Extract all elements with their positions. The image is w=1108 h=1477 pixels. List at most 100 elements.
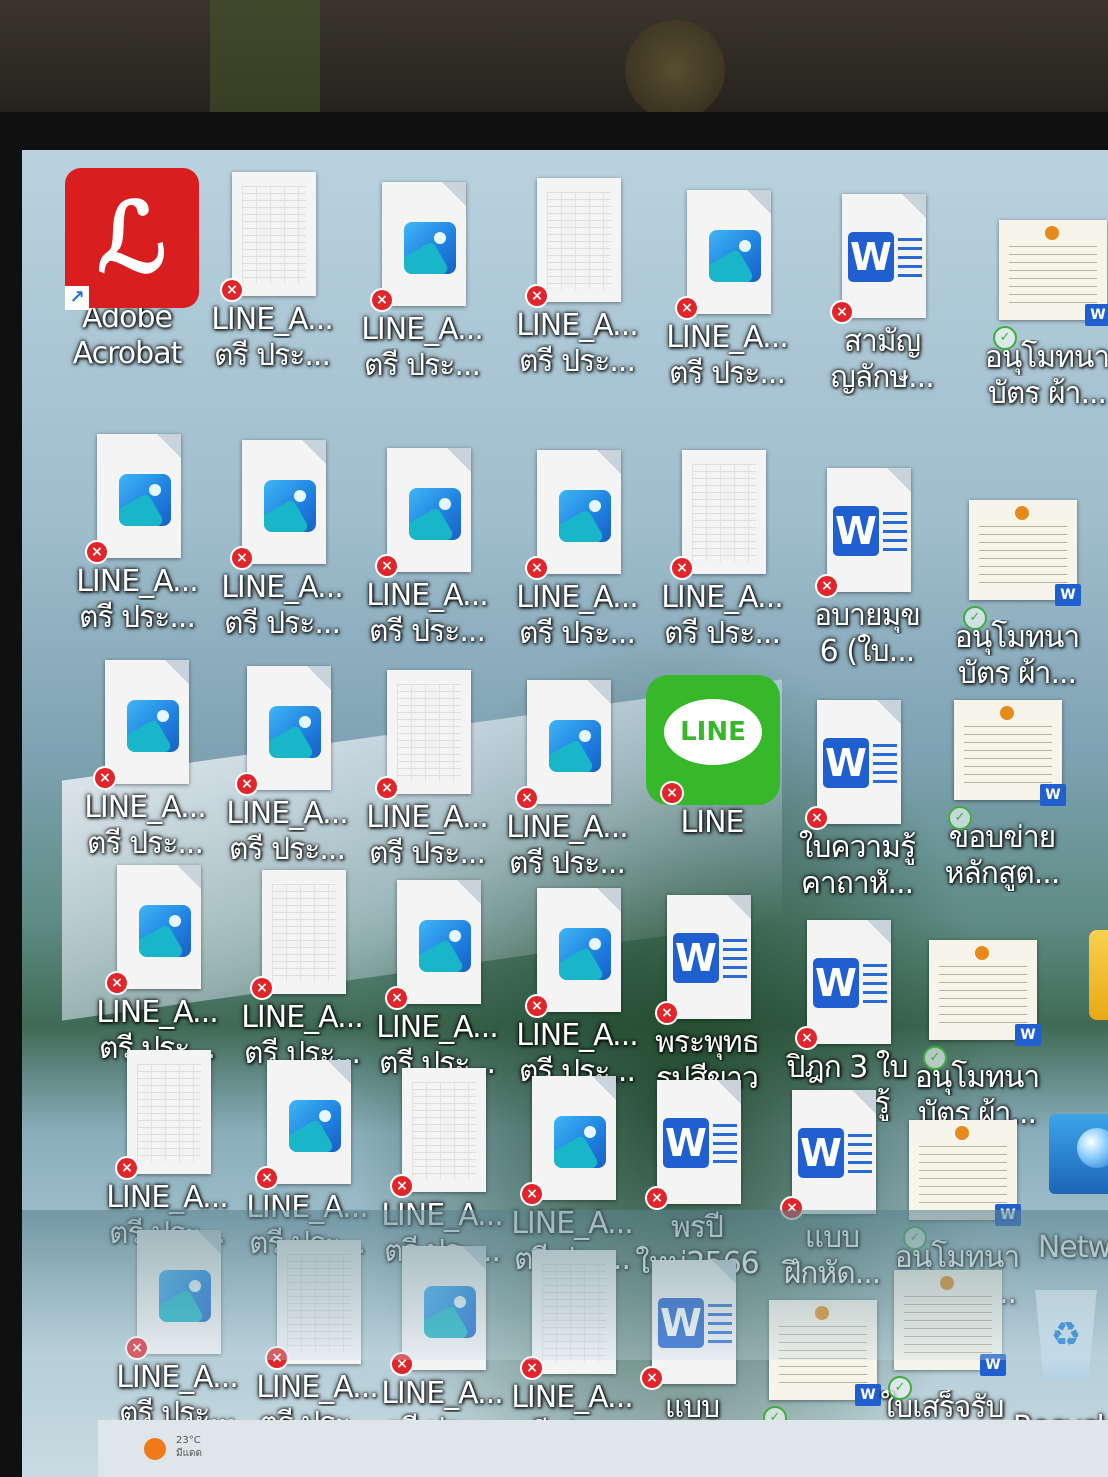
network-icon [1049,1114,1108,1194]
image-file-icon [397,880,481,1004]
sync-error-icon: × [232,548,252,568]
certificate-document-icon: W [929,940,1041,1046]
desktop-icon[interactable]: W ✓ อนุโมทนา บัตร ผ้า... [972,210,1108,412]
desktop-icon-label-line1: LINE_A... [666,320,789,355]
desktop-icon[interactable]: ×LINE_A...ตรี ประ... [62,434,212,636]
desktop-icon[interactable] [1082,750,1108,880]
desktop-icon-label-line1: LINE_A... [381,1198,504,1233]
desktop-icon-label-line1: อนุโมทนา [914,1060,1041,1095]
sync-error-icon: × [522,1358,542,1378]
desktop-icon[interactable]: ×LINE_A...ตรี ประ... [227,870,377,1072]
desktop-icon[interactable]: W × พรปี ใหม่2566 [622,1080,772,1282]
desktop-icon[interactable]: W × ใบความรู้ คาถาหั... [782,700,932,902]
weather-widget[interactable]: 23°C มีแดด [120,1434,240,1464]
desktop-icon[interactable]: W × อบายมุข 6 (ใบ... [792,468,942,670]
desktop-icon[interactable]: ×LINE_A...ตรี ประ... [652,190,802,392]
document-thumbnail-icon [532,1250,616,1374]
desktop-icon-label-line2: ตรี ประ... [213,338,331,373]
desktop-icon[interactable]: ×LINE_A...ตรี ประ... [82,865,232,1067]
desktop-icon[interactable]: ×LINE_A...ตรี ประ... [347,182,497,384]
desktop-icon-label-line1: LINE_A... [381,1376,504,1411]
desktop-icon-label-line2: ตรี ประ... [508,846,626,881]
desktop-icon[interactable]: ×LINE_A...ตรี ประ... [352,670,502,872]
sync-error-icon: × [252,978,272,998]
desktop-icon-label-line1: LINE_A... [366,578,489,613]
desktop-icon[interactable]: W ✓ อนุโมทนา บัตร ผ้า... [882,1110,1032,1312]
desktop-icon[interactable]: ×LINE_A...ตรี ประ... [362,880,512,1082]
word-document-icon: W [842,194,926,318]
certificate-document-icon: W [969,500,1081,606]
desktop-icon[interactable]: W × สามัญ ญลักษ... [807,194,957,396]
sync-error-icon: × [522,1184,542,1204]
word-document-icon: W [807,920,891,1044]
desktop-icon[interactable]: Network [1022,1100,1108,1266]
desktop-icon[interactable]: W ✓ อนุโมทนา บัตร ผ้า... [942,490,1092,692]
sync-error-icon: × [107,973,127,993]
desktop-icon-label-line2: คาถาหั... [800,866,914,901]
document-thumbnail-icon [682,450,766,574]
desktop-icon[interactable]: W × พระพุทธ รูปสีขาว [632,895,782,1097]
desktop-icon[interactable]: ×LINE_A...ตรี ประ... [367,1068,517,1270]
sync-error-icon: × [672,558,692,578]
word-document-icon: W [667,895,751,1019]
desktop-icon-label-line1: LINE_A... [516,580,639,615]
desktop-icon[interactable]: ℒ ↗ Adobe Acrobat [52,168,202,372]
image-file-icon [137,1230,221,1354]
sync-error-icon: × [377,778,397,798]
sync-ok-icon: ✓ [888,1376,912,1400]
sync-ok-icon: ✓ [903,1226,927,1250]
desktop-icon-label-line2: ตรี ประ... [368,614,486,649]
desktop-icon[interactable]: ×LINE_A...ตรี ประ... [502,450,652,652]
folder-icon [1089,930,1108,1020]
sync-error-icon: × [237,774,257,794]
sync-error-icon: × [222,280,242,300]
desktop-icon[interactable]: ×LINE_A...ตรี ประ... [352,448,502,650]
document-thumbnail-icon [232,172,316,296]
desktop-icon[interactable]: ×LINE_A...ตรี ประ... [647,450,797,652]
certificate-document-icon: W [954,700,1066,806]
desktop-icon-label-line1: Network [1037,1230,1108,1265]
desktop-icon-label-line2: ตรี ประ... [228,832,346,867]
sync-error-icon: × [817,576,837,596]
sync-error-icon: × [527,558,547,578]
desktop-icon[interactable]: ×LINE_A...ตรี ประ... [207,440,357,642]
sync-ok-icon: ✓ [963,606,987,630]
desktop-icon[interactable]: LINE × LINE [637,675,787,841]
certificate-document-icon: W [909,1120,1021,1226]
sync-error-icon: × [807,808,827,828]
desktop-icon[interactable]: ×LINE_A...ตรี ประ... [367,1246,517,1448]
image-file-icon [537,888,621,1012]
document-thumbnail-icon [127,1050,211,1174]
desktop-icon[interactable]: ×LINE_A...ตรี ประ... [232,1060,382,1262]
desktop-icon[interactable]: ×LINE_A...ตรี ประ... [212,666,362,868]
certificate-document-icon: W [769,1300,881,1406]
image-file-icon [105,660,189,784]
desktop-icon-label-line2: ใหม่2566 [635,1246,760,1281]
desktop-icon-label-line1: ace [1062,1060,1108,1096]
image-file-icon [97,434,181,558]
desktop-icon[interactable]: ×LINE_A...ตรี ประ... [492,680,642,882]
sync-error-icon: × [372,290,392,310]
desktop-icon[interactable]: ×LINE_A...ตรี ประ... [502,888,652,1090]
desktop-icon[interactable]: ×LINE_A...ตรี ประ... [92,1050,242,1252]
document-thumbnail-icon [387,670,471,794]
sync-error-icon: × [782,1198,802,1218]
sync-error-icon: × [677,298,697,318]
sync-error-icon: × [527,996,547,1016]
wall-clock [625,20,725,120]
sync-error-icon: × [647,1188,667,1208]
desktop-icon-label-line1: LINE_A... [511,1206,634,1241]
desktop-icon-label-line1: LINE_A... [516,308,639,343]
desktop-icon[interactable]: ace [1062,930,1108,1096]
document-thumbnail-icon [537,178,621,302]
desktop-icon-label-line2: ตรี ประ... [518,616,636,651]
desktop-icon-label-line1: LINE_A... [516,1018,639,1053]
desktop-icon[interactable]: W ✓ ขอบข่าย หลักสูต... [927,690,1077,892]
desktop-icon[interactable]: ×LINE_A...ตรี ประ... [197,172,347,374]
weather-desc: มีแดด [176,1448,203,1459]
desktop-icon-label-line2: บัตร ผ้า... [897,1276,1017,1311]
desktop-icon[interactable]: ×LINE_A...ตรี ประ... [70,660,220,862]
image-file-icon [382,182,466,306]
desktop-icon[interactable]: ×LINE_A...ตรี ประ... [502,178,652,380]
desktop-icon[interactable]: ×LINE_A...ตรี ประ... [102,1230,252,1432]
